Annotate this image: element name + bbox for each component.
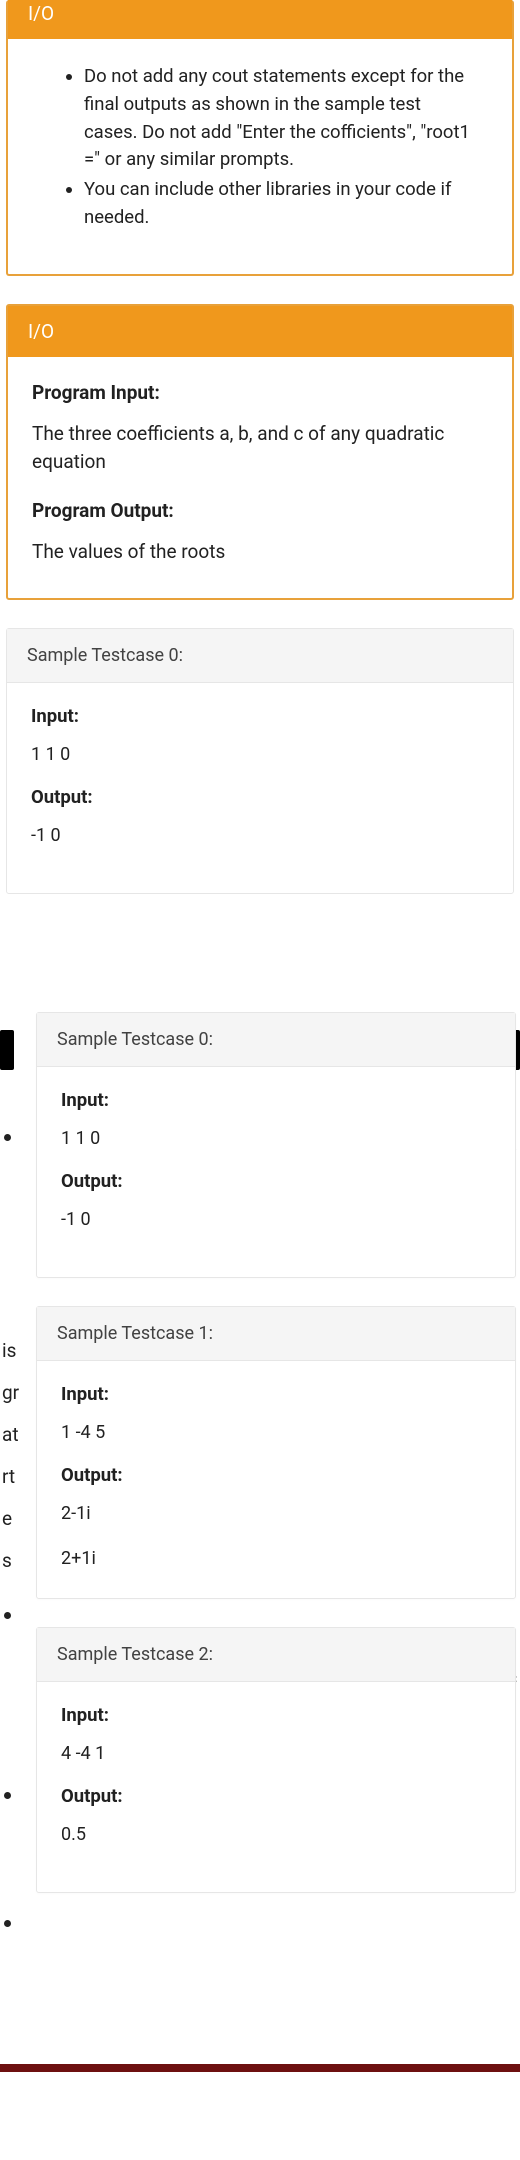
testcase-input-label: Input:	[61, 1383, 491, 1405]
testcase-body: Input: 1 1 0 Output: -1 0	[7, 683, 513, 893]
testcase-input-label: Input:	[31, 705, 489, 727]
testcase-input-value: 1 -4 5	[61, 1419, 491, 1446]
io-header: I/O	[8, 306, 512, 357]
instructions-header: I/O	[8, 0, 512, 39]
io-content: Program Input: The three coefficients a,…	[8, 357, 512, 599]
instructions-content: Do not add any cout statements except fo…	[8, 39, 512, 274]
bullet-fragment	[4, 1920, 11, 1927]
testcase-output-value: -1 0	[31, 822, 489, 849]
testcase-output-value: 2+1i	[61, 1545, 491, 1572]
testcase-body: Input: 4 -4 1 Output: 0.5	[37, 1682, 515, 1892]
testcase-output-value: -1 0	[61, 1206, 491, 1233]
program-output-text: The values of the roots	[32, 538, 488, 567]
testcase-title: Sample Testcase 0:	[37, 1013, 515, 1067]
testcase-input-label: Input:	[61, 1704, 491, 1726]
testcase-output-value: 0.5	[61, 1821, 491, 1848]
program-input-label: Program Input:	[32, 381, 488, 404]
testcase-card: Sample Testcase 0: Input: 1 1 0 Output: …	[6, 628, 514, 894]
testcase-title: Sample Testcase 0:	[7, 629, 513, 683]
testcase-output-label: Output:	[31, 786, 489, 808]
io-card: I/O Program Input: The three coefficient…	[6, 304, 514, 601]
testcase-output-label: Output:	[61, 1785, 491, 1807]
cropped-text-fragment: is gr at rt e s	[2, 1330, 19, 1582]
testcase-body: Input: 1 1 0 Output: -1 0	[37, 1067, 515, 1277]
testcase-input-label: Input:	[61, 1089, 491, 1111]
instructions-list: Do not add any cout statements except fo…	[32, 63, 488, 232]
testcase-output-value: 2-1i	[61, 1500, 491, 1527]
screenshot-artifact	[0, 1030, 14, 1070]
testcase-card: Sample Testcase 0: Input: 1 1 0 Output: …	[36, 1012, 516, 1278]
testcase-title: Sample Testcase 2:	[37, 1628, 515, 1682]
overlaid-screenshot: Sample Testcase 0: Input: 1 1 0 Output: …	[36, 1012, 516, 1893]
instruction-bullet: Do not add any cout statements except fo…	[84, 63, 470, 174]
testcase-card: Sample Testcase 2: Input: 4 -4 1 Output:…	[36, 1627, 516, 1893]
bottom-border-bar	[0, 2064, 520, 2072]
testcase-input-value: 1 1 0	[61, 1125, 491, 1152]
program-output-label: Program Output:	[32, 499, 488, 522]
testcase-card: Sample Testcase 1: Input: 1 -4 5 Output:…	[36, 1306, 516, 1599]
bullet-fragment	[4, 1612, 11, 1619]
testcase-output-label: Output:	[61, 1170, 491, 1192]
testcase-body: Input: 1 -4 5 Output: 2-1i 2+1i	[37, 1361, 515, 1598]
testcase-title: Sample Testcase 1:	[37, 1307, 515, 1361]
program-input-text: The three coefficients a, b, and c of an…	[32, 420, 488, 477]
testcase-output-label: Output:	[61, 1464, 491, 1486]
bullet-fragment	[4, 1134, 11, 1141]
testcase-input-value: 4 -4 1	[61, 1740, 491, 1767]
instruction-bullet: You can include other libraries in your …	[84, 176, 470, 232]
testcase-input-value: 1 1 0	[31, 741, 489, 768]
instructions-card: I/O Do not add any cout statements excep…	[6, 0, 514, 276]
bullet-fragment	[4, 1792, 11, 1799]
